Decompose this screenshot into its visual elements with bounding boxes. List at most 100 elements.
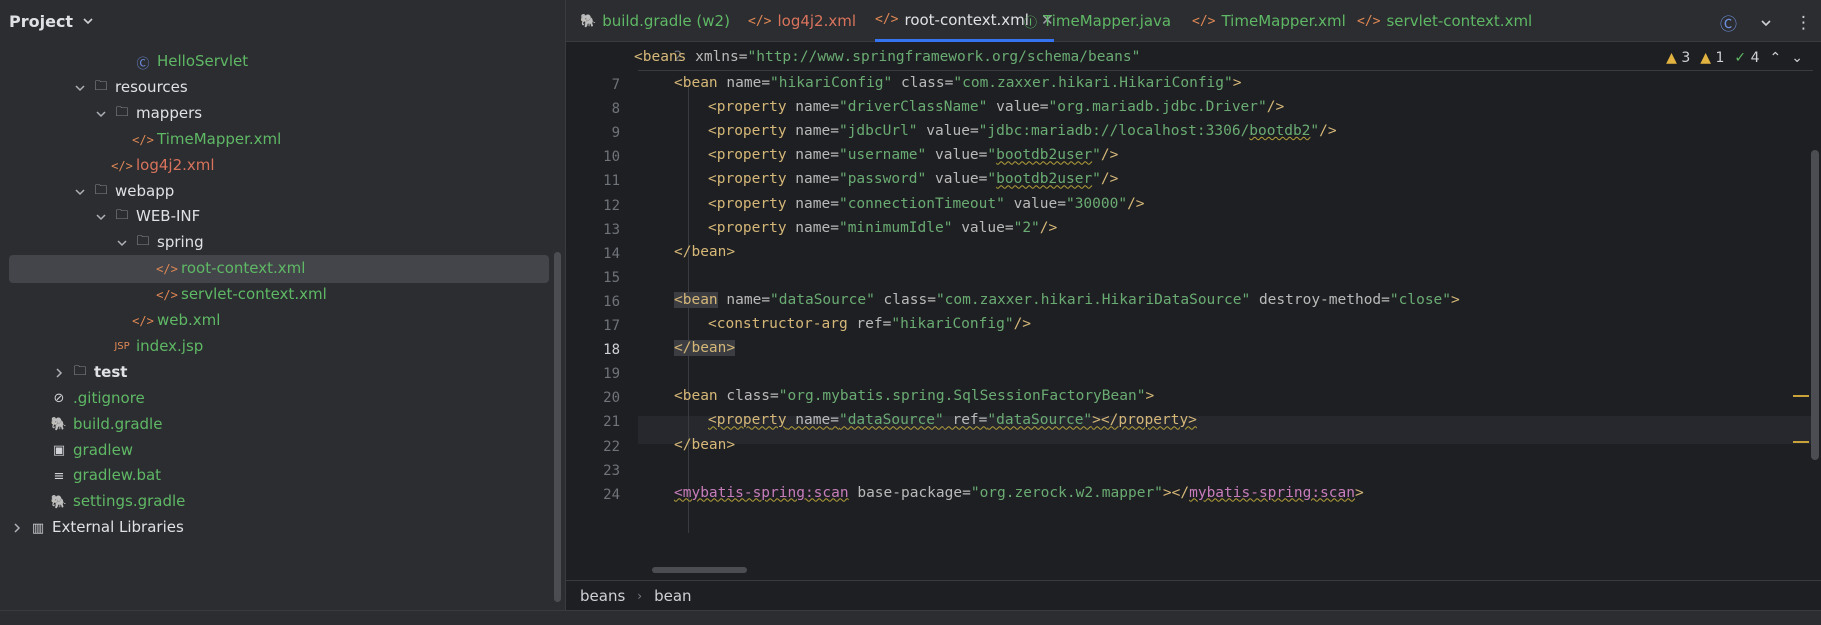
class-icon: Ⓒ (136, 56, 150, 72)
editor: Ⓒ ⋮ 🐘 build.gradle (w2) </> log4j2.xml </> ro… (565, 0, 1821, 625)
xml-file-icon: </> (1357, 13, 1381, 29)
line-number: 10 (603, 149, 620, 166)
tab-servlet-context-xml[interactable]: </> servlet-context.xml (1357, 0, 1532, 42)
line-number: 18 (603, 342, 620, 359)
tab-log4j2-xml[interactable]: </> log4j2.xml (748, 0, 856, 42)
tree-item[interactable]: 🗀 spring (0, 229, 555, 257)
chevron-down-icon[interactable]: ⌄ (1791, 50, 1803, 66)
typo-count[interactable]: ✓ 4 (1734, 50, 1759, 66)
tree-item-label: External Libraries (52, 518, 184, 537)
tab-timemapper-xml[interactable]: </> TimeMapper.xml (1192, 0, 1346, 42)
xml-file-icon: </> (1192, 13, 1216, 29)
code-line: </bean> (674, 436, 736, 453)
error-stripe-mark[interactable] (1793, 441, 1809, 443)
error-stripe-mark[interactable] (1793, 395, 1809, 397)
tree-item-label: build.gradle (73, 414, 163, 433)
terminal-file-icon: ▣ (52, 443, 66, 458)
code-line: <mybatis-spring:scan base-package="org.z… (674, 484, 1364, 501)
chevron-down-icon[interactable] (73, 185, 87, 199)
line-number: 9 (611, 125, 620, 142)
tab-bar-actions: Ⓒ ⋮ (1720, 10, 1812, 36)
chevron-right-icon[interactable] (10, 521, 24, 535)
tree-item-label: web.xml (157, 311, 221, 329)
tree-item-label: spring (157, 233, 204, 252)
code-area[interactable]: <bean name="hikariConfig" class="com.zax… (638, 43, 1813, 583)
tree-item-label: mappers (136, 103, 203, 122)
project-panel: Project Ⓒ HelloServlet 🗀 resources 🗀 mappers <… (0, 0, 565, 625)
tab-label: TimeMapper.xml (1221, 12, 1346, 30)
tree-item[interactable]: </> servlet-context.xml (0, 281, 555, 309)
project-scrollbar[interactable] (554, 252, 561, 602)
tree-item[interactable]: ⊘ .gitignore (0, 385, 555, 413)
breadcrumb: beans › bean (566, 580, 1821, 610)
tree-item[interactable]: 🐘 settings.gradle (0, 488, 555, 516)
gradle-icon: 🐘 (580, 13, 597, 29)
chevron-down-icon[interactable] (94, 107, 108, 121)
tree-item[interactable]: </> log4j2.xml (0, 152, 555, 180)
gradle-icon: 🐘 (50, 494, 68, 510)
chevron-right-icon[interactable] (52, 366, 66, 380)
tree-item[interactable]: Ⓒ HelloServlet (0, 48, 555, 76)
line-number: 11 (603, 173, 620, 190)
tree-item[interactable]: 🗀 WEB-INF (0, 203, 555, 231)
line-number-gutter: 7 8 9 10 11 12 13 14 15 16 17 18 19 20 21 22 23 24 (566, 43, 638, 583)
ignore-file-icon: ⊘ (53, 391, 65, 407)
weak-warning-count[interactable]: ▲ 1 (1700, 50, 1724, 66)
line-number: 8 (611, 101, 620, 118)
warning-count[interactable]: ▲ 3 (1666, 50, 1690, 66)
tree-item[interactable]: 🗀 mappers (0, 100, 555, 128)
tree-item-label: .gitignore (73, 388, 145, 407)
code-line: </bean> (674, 340, 736, 357)
folder-icon: 🗀 (115, 104, 129, 120)
chevron-down-icon[interactable] (73, 81, 87, 95)
tree-item[interactable]: 🗀 resources (0, 74, 555, 102)
sticky-code: <beans xmlns="http://www.springframework… (634, 49, 1141, 65)
breadcrumb-item[interactable]: bean (654, 587, 691, 605)
breadcrumb-item[interactable]: beans (580, 587, 625, 605)
tree-item[interactable]: 🗀 test (0, 359, 555, 387)
tree-item[interactable]: 🐘 build.gradle (0, 411, 555, 439)
line-number: 13 (603, 221, 620, 238)
tree-item[interactable]: </> web.xml (0, 307, 555, 335)
tree-item[interactable]: ▥ External Libraries (0, 514, 555, 542)
inspection-widget[interactable]: ▲ 3 ▲ 1 ✓ 4 ⌃ ⌄ (1666, 50, 1803, 66)
tab-timemapper-java[interactable]: Ⓘ TimeMapper.java (1024, 0, 1171, 42)
warning-icon: ▲ (1666, 50, 1677, 66)
chevron-up-icon[interactable]: ⌃ (1770, 50, 1782, 66)
chevron-down-icon[interactable] (115, 236, 129, 250)
tab-label: TimeMapper.java (1043, 12, 1172, 30)
spring-xml-icon: </> (156, 288, 178, 303)
line-number: 7 (611, 77, 620, 93)
library-icon: ▥ (31, 520, 45, 536)
horizontal-scrollbar[interactable] (652, 567, 747, 573)
class-icon[interactable]: Ⓒ (1720, 10, 1737, 35)
tree-item[interactable]: JSP index.jsp (0, 333, 555, 361)
chevron-down-icon[interactable] (1759, 16, 1773, 30)
line-number: 14 (603, 245, 620, 262)
tree-item-label: log4j2.xml (136, 155, 215, 174)
tree-item[interactable]: </> TimeMapper.xml (0, 126, 555, 154)
test-folder-icon: 🗀 (73, 363, 87, 379)
line-number: 16 (603, 293, 620, 310)
tree-item[interactable]: ▣ gradlew (0, 437, 555, 465)
tree-item-label: TimeMapper.xml (157, 129, 282, 148)
tree-item[interactable]: </> root-context.xml (9, 255, 549, 284)
line-number: 23 (603, 462, 620, 479)
line-number: 20 (603, 390, 620, 407)
more-options-icon[interactable]: ⋮ (1795, 13, 1812, 33)
tree-item[interactable]: 🗀 webapp (0, 178, 555, 206)
chevron-down-icon[interactable] (94, 210, 108, 224)
resources-folder-icon: 🗀 (94, 78, 108, 94)
xml-file-icon: </> (748, 13, 772, 29)
sticky-line[interactable]: 2 <beans xmlns="http://www.springframewo… (634, 43, 1813, 71)
line-number: 17 (603, 318, 620, 334)
line-number: 15 (603, 269, 620, 286)
chevron-down-icon[interactable] (81, 14, 95, 28)
web-folder-icon: 🗀 (94, 182, 108, 198)
editor-scrollbar[interactable] (1811, 150, 1819, 460)
tree-item-label: index.jsp (136, 336, 204, 355)
tree-item[interactable]: ≡ gradlew.bat (0, 462, 555, 490)
tab-build-gradle-w2-[interactable]: 🐘 build.gradle (w2) (580, 0, 730, 42)
project-title: Project (9, 11, 74, 31)
project-header[interactable]: Project (0, 0, 565, 42)
